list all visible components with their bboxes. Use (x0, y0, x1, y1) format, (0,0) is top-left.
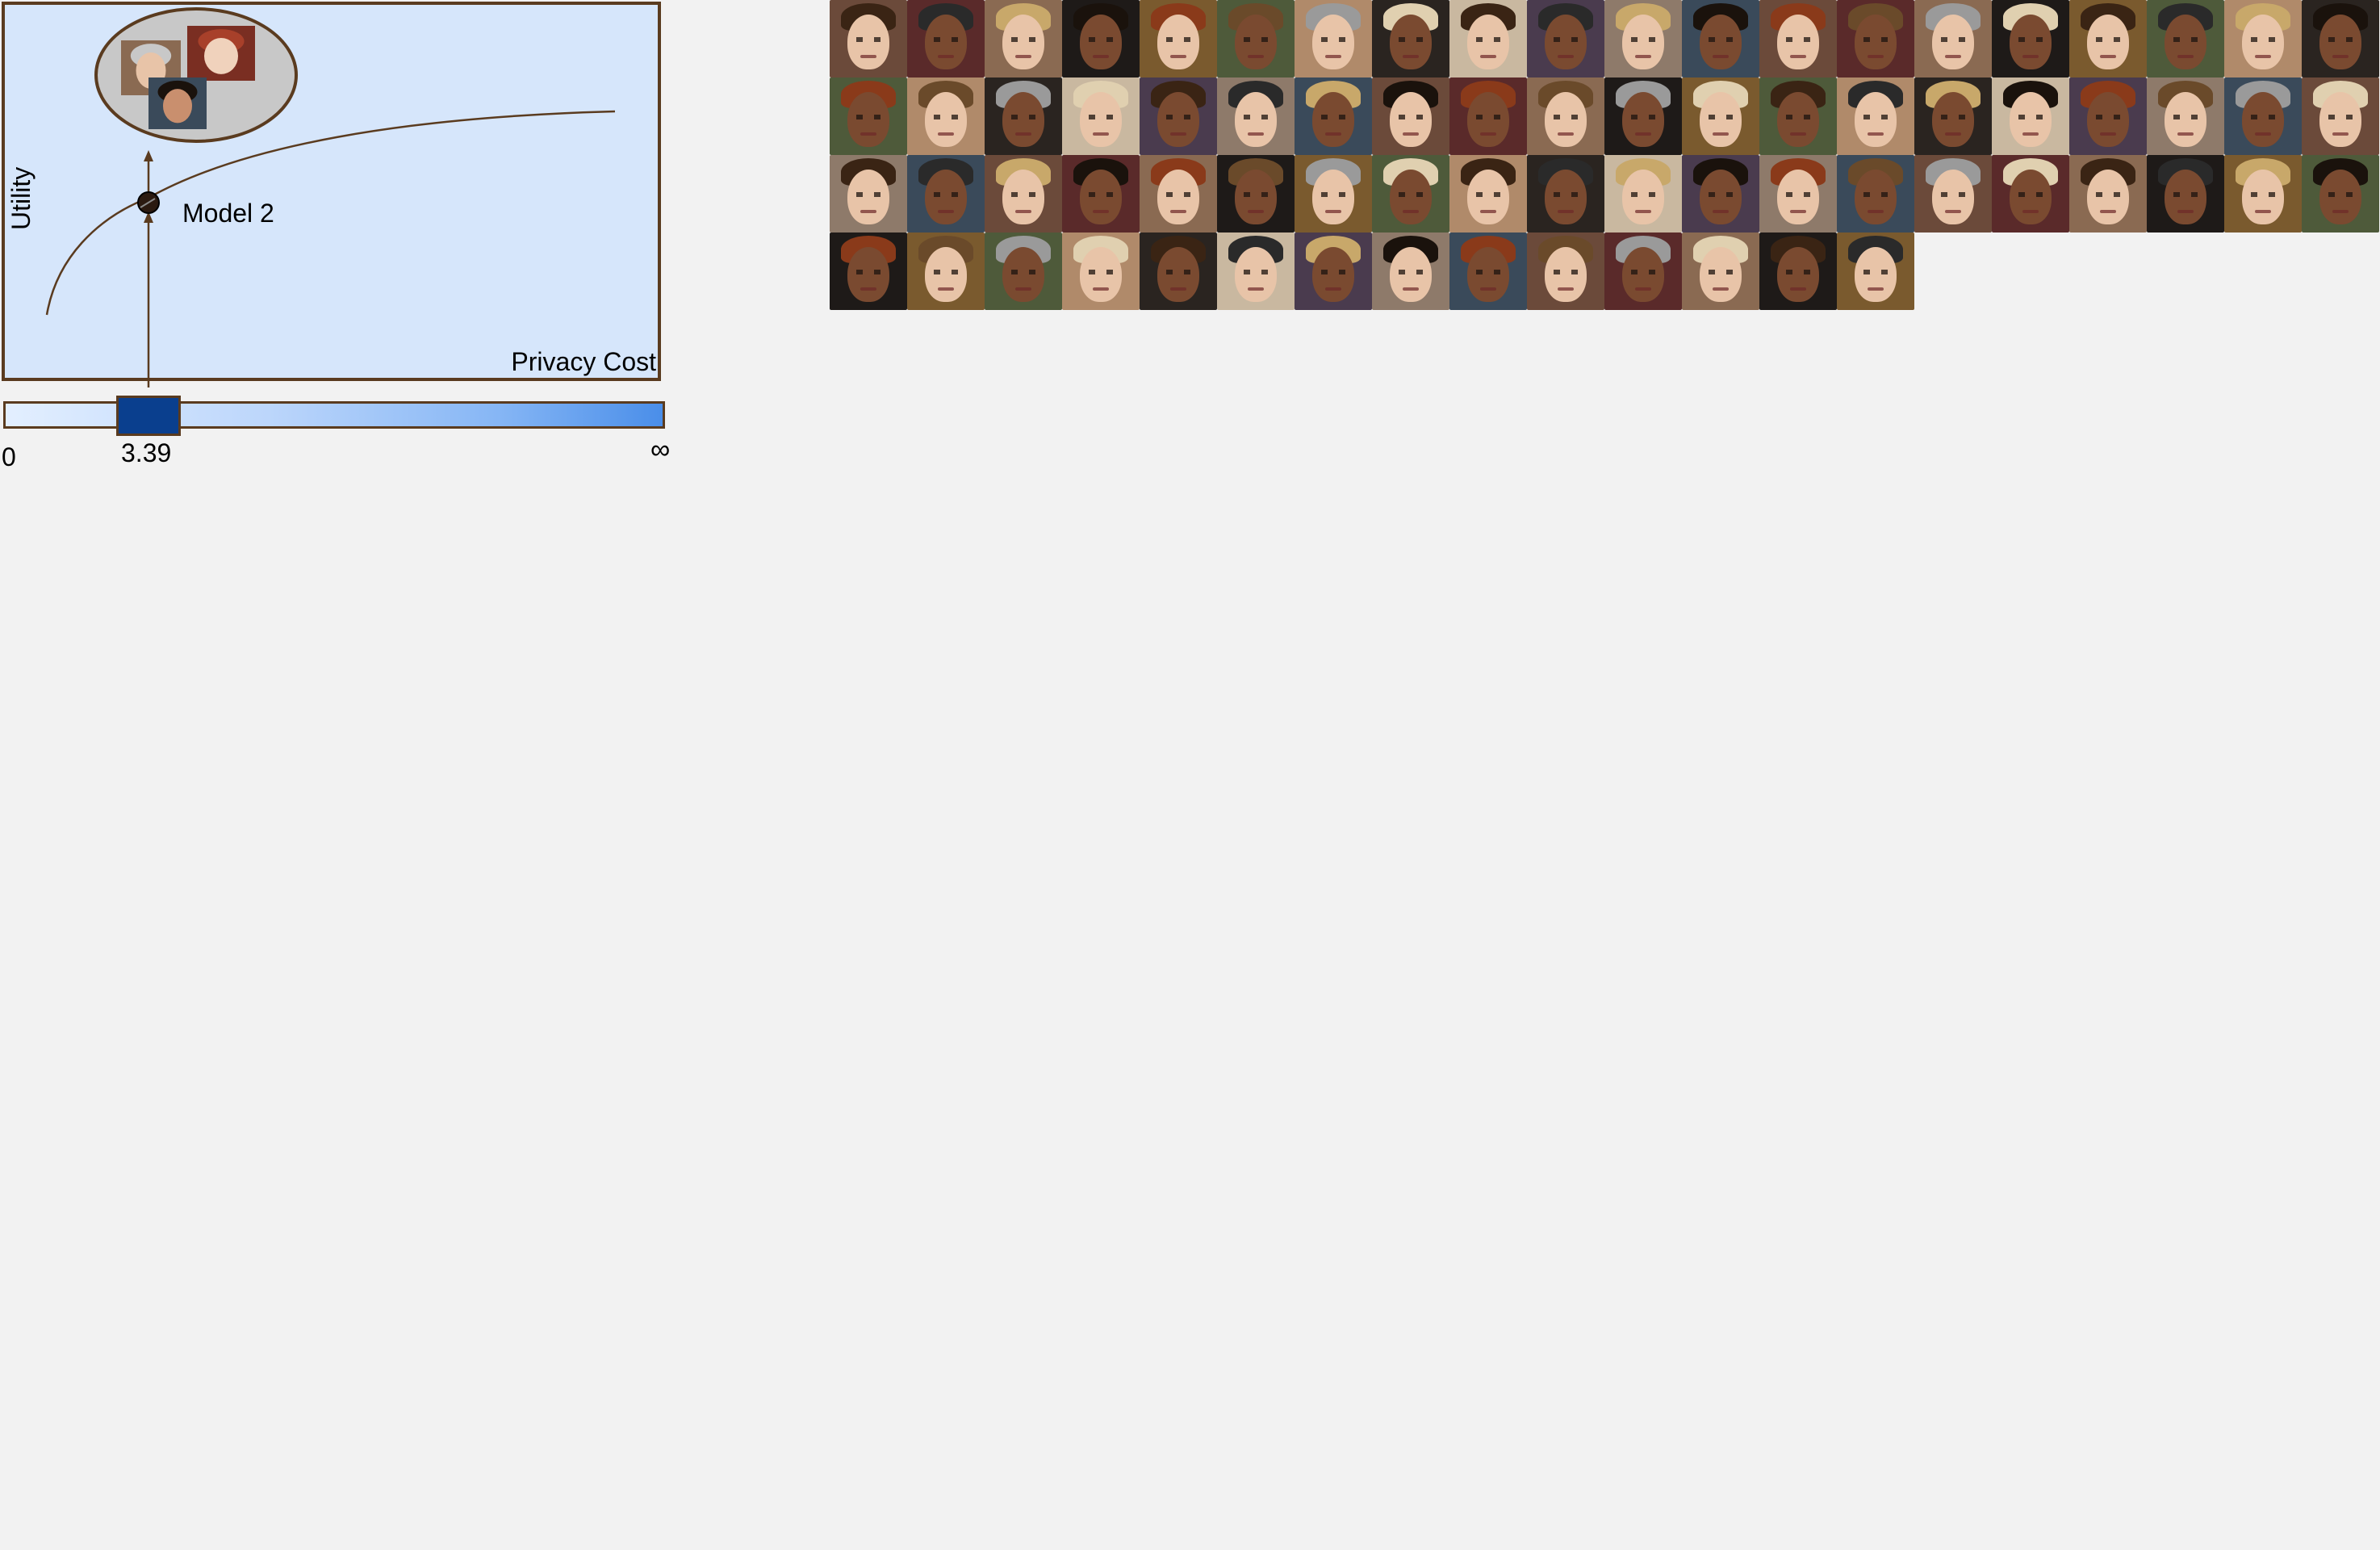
face-thumbnail[interactable] (1449, 0, 1527, 78)
y-axis-label: Utility (6, 166, 36, 230)
face-thumbnail[interactable] (2302, 155, 2379, 232)
face-thumbnail[interactable] (1449, 78, 1527, 155)
face-thumbnail[interactable] (1837, 155, 1914, 232)
face-thumbnail[interactable] (1527, 155, 1604, 232)
face-thumbnail[interactable] (1914, 155, 1992, 232)
face-thumbnail[interactable] (1295, 232, 1372, 310)
face-thumbnail[interactable] (907, 155, 985, 232)
face-thumbnail[interactable] (1140, 0, 1217, 78)
face-thumbnail[interactable] (985, 0, 1062, 78)
face-thumbnail[interactable] (1062, 155, 1140, 232)
face-thumbnail[interactable] (985, 78, 1062, 155)
face-thumbnail[interactable] (1759, 0, 1837, 78)
face-thumbnail[interactable] (1217, 78, 1295, 155)
face-thumbnail[interactable] (1759, 155, 1837, 232)
face-thumbnail[interactable] (2224, 0, 2302, 78)
face-thumbnail[interactable] (1992, 155, 2069, 232)
face-thumbnail[interactable] (1217, 155, 1295, 232)
face-thumbnail[interactable] (1295, 155, 1372, 232)
model-label: Model 2 (182, 199, 274, 228)
face-thumbnail[interactable] (1372, 0, 1449, 78)
face-thumbnail[interactable] (830, 0, 907, 78)
face-thumbnail[interactable] (1682, 78, 1759, 155)
face-thumbnail[interactable] (1759, 232, 1837, 310)
face-thumbnail[interactable] (1449, 232, 1527, 310)
face-thumbnail[interactable] (1372, 232, 1449, 310)
face-thumbnail[interactable] (907, 0, 985, 78)
face-thumbnail[interactable] (985, 232, 1062, 310)
face-thumbnail[interactable] (2069, 155, 2147, 232)
face-thumbnail[interactable] (2302, 78, 2379, 155)
face-thumbnail[interactable] (1062, 232, 1140, 310)
face-thumbnail[interactable] (1449, 155, 1527, 232)
face-thumbnail[interactable] (1140, 155, 1217, 232)
face-thumbnail[interactable] (830, 78, 907, 155)
face-thumbnail[interactable] (1992, 0, 2069, 78)
face-thumbnail[interactable] (2069, 0, 2147, 78)
face-thumbnail[interactable] (2069, 78, 2147, 155)
face-thumbnail[interactable] (1062, 78, 1140, 155)
face-thumbnail[interactable] (1295, 0, 1372, 78)
face-thumbnail[interactable] (1992, 78, 2069, 155)
face-thumbnail[interactable] (985, 155, 1062, 232)
face-thumbnail[interactable] (1295, 78, 1372, 155)
slider-max-label: ∞ (650, 434, 671, 465)
face-thumbnail[interactable] (1837, 232, 1914, 310)
face-thumbnail[interactable] (1372, 155, 1449, 232)
slider-min-label: 0 (2, 442, 16, 471)
utility-plot-svg (45, 7, 616, 388)
face-thumbnail[interactable] (1604, 0, 1682, 78)
arrow-up-icon (144, 150, 153, 161)
face-thumbnail[interactable] (1837, 0, 1914, 78)
face-thumbnail[interactable] (1604, 78, 1682, 155)
face-thumbnail[interactable] (1837, 78, 1914, 155)
face-thumbnail[interactable] (1527, 78, 1604, 155)
face-thumbnail[interactable] (1682, 155, 1759, 232)
slider-value-label: 3.39 (121, 438, 172, 467)
utility-curve (45, 110, 616, 316)
face-thumbnail[interactable] (1217, 0, 1295, 78)
selected-face-thumbnail[interactable] (148, 78, 207, 129)
face-thumbnail[interactable] (1604, 155, 1682, 232)
face-thumbnail[interactable] (2147, 78, 2224, 155)
face-thumbnail[interactable] (1217, 232, 1295, 310)
face-thumbnail[interactable] (830, 155, 907, 232)
face-thumbnail[interactable] (2147, 155, 2224, 232)
face-thumbnail[interactable] (1372, 78, 1449, 155)
face-thumbnail[interactable] (1682, 0, 1759, 78)
face-thumbnail[interactable] (1914, 78, 1992, 155)
face-thumbnail[interactable] (1527, 0, 1604, 78)
face-thumbnail[interactable] (907, 232, 985, 310)
face-thumbnail[interactable] (1604, 232, 1682, 310)
face-thumbnail[interactable] (2224, 78, 2302, 155)
face-thumbnail[interactable] (1140, 232, 1217, 310)
face-thumbnail[interactable] (2147, 0, 2224, 78)
privacy-utility-figure: Utility Privacy Cost Model 2 0 3.39 ∞ (0, 0, 2380, 1550)
privacy-cost-slider-track[interactable] (3, 401, 665, 429)
face-thumbnail[interactable] (1527, 232, 1604, 310)
face-thumbnail[interactable] (907, 78, 985, 155)
face-thumbnail[interactable] (1682, 232, 1759, 310)
selected-face-thumbnail[interactable] (187, 26, 255, 81)
face-thumbnail[interactable] (1140, 78, 1217, 155)
face-thumbnail[interactable] (2224, 155, 2302, 232)
face-thumbnail[interactable] (2302, 0, 2379, 78)
face-thumbnail[interactable] (1759, 78, 1837, 155)
face-thumbnail[interactable] (830, 232, 907, 310)
face-thumbnail[interactable] (1062, 0, 1140, 78)
privacy-cost-slider-thumb[interactable] (116, 396, 181, 436)
x-axis-label: Privacy Cost (511, 347, 656, 376)
face-thumbnail[interactable] (1914, 0, 1992, 78)
